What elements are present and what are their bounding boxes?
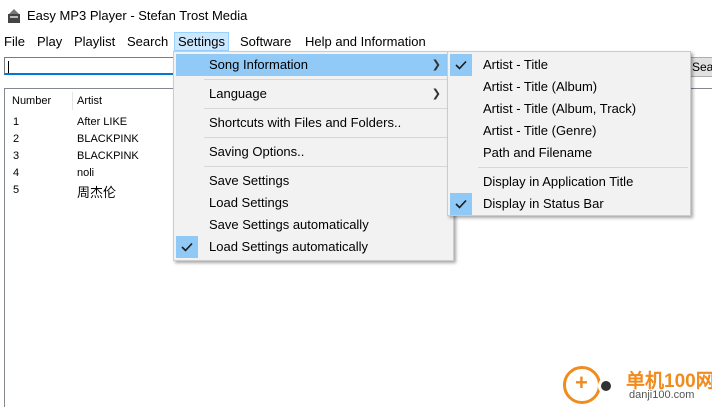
menu-file[interactable]: File (1, 32, 28, 51)
menu-item-label: Load Settings automatically (209, 239, 368, 254)
row-artist[interactable]: After LIKE (77, 116, 127, 128)
menu-software[interactable]: Software (237, 32, 294, 51)
checkmark-icon (450, 193, 472, 215)
menu-search[interactable]: Search (124, 32, 171, 51)
row-number[interactable]: 2 (13, 133, 19, 145)
menu-separator (204, 166, 451, 167)
chevron-right-icon: ❯ (431, 88, 441, 100)
row-number[interactable]: 5 (13, 184, 19, 196)
menu-item-label: Artist - Title (Album, Track) (483, 101, 637, 116)
settings-menu: Song Information ❯ Language ❯ Shortcuts … (173, 51, 454, 261)
row-artist[interactable]: 周杰伦 (77, 182, 116, 201)
search-input[interactable] (4, 57, 174, 75)
menu-item-label: Save Settings automatically (209, 217, 369, 232)
menu-help[interactable]: Help and Information (302, 32, 429, 51)
menu-item-load-settings-automatically[interactable]: Load Settings automatically (176, 236, 451, 258)
menu-separator (204, 79, 451, 80)
row-artist[interactable]: noli (77, 167, 94, 179)
row-number[interactable]: 4 (13, 167, 19, 179)
submenu-item-artist-title-album-track[interactable]: Artist - Title (Album, Track) (450, 98, 688, 120)
song-information-submenu: Artist - Title Artist - Title (Album) Ar… (447, 51, 691, 216)
submenu-item-artist-title[interactable]: Artist - Title (450, 54, 688, 76)
watermark-dot-icon (598, 378, 614, 394)
submenu-item-display-in-application-title[interactable]: Display in Application Title (450, 171, 688, 193)
app-icon (7, 8, 21, 24)
menu-item-label: Artist - Title (483, 57, 549, 72)
chevron-right-icon: ❯ (431, 59, 441, 71)
menu-separator (478, 167, 688, 168)
row-number[interactable]: 3 (13, 150, 19, 162)
column-header-number[interactable]: Number (12, 95, 51, 107)
row-number[interactable]: 1 (13, 116, 19, 128)
submenu-item-path-and-filename[interactable]: Path and Filename (450, 142, 688, 164)
watermark-url: danji100.com (629, 389, 695, 401)
menu-item-label: Saving Options.. (209, 144, 305, 159)
menu-item-label: Load Settings (209, 195, 289, 210)
checkmark-icon (176, 236, 198, 258)
menu-item-label: Save Settings (209, 173, 290, 188)
menu-item-save-settings-automatically[interactable]: Save Settings automatically (176, 214, 451, 236)
menu-separator (204, 108, 451, 109)
column-header-artist[interactable]: Artist (77, 95, 102, 107)
menu-separator (204, 137, 451, 138)
menu-item-label: Shortcuts with Files and Folders.. (209, 115, 402, 130)
menu-play[interactable]: Play (34, 32, 65, 51)
menu-item-save-settings[interactable]: Save Settings (176, 170, 451, 192)
submenu-item-artist-title-album[interactable]: Artist - Title (Album) (450, 76, 688, 98)
window-title: Easy MP3 Player - Stefan Trost Media (27, 8, 248, 23)
menu-item-label: Display in Application Title (483, 174, 634, 189)
menu-item-label: Artist - Title (Album) (483, 79, 598, 94)
checkmark-icon (450, 54, 472, 76)
column-divider[interactable] (72, 92, 73, 110)
menu-settings[interactable]: Settings (174, 32, 229, 51)
text-caret (8, 61, 9, 73)
menu-item-label: Path and Filename (483, 145, 593, 160)
menu-item-song-information[interactable]: Song Information ❯ (176, 54, 451, 76)
row-artist[interactable]: BLACKPINK (77, 133, 139, 145)
menu-item-label: Language (209, 86, 267, 101)
submenu-item-artist-title-genre[interactable]: Artist - Title (Genre) (450, 120, 688, 142)
menu-item-label: Display in Status Bar (483, 196, 604, 211)
plus-icon: + (575, 370, 588, 395)
submenu-item-display-in-status-bar[interactable]: Display in Status Bar (450, 193, 688, 215)
menu-item-saving-options[interactable]: Saving Options.. (176, 141, 451, 163)
menu-item-load-settings[interactable]: Load Settings (176, 192, 451, 214)
menu-playlist[interactable]: Playlist (71, 32, 118, 51)
row-artist[interactable]: BLACKPINK (77, 150, 139, 162)
menu-item-language[interactable]: Language ❯ (176, 83, 451, 105)
menu-item-label: Song Information (209, 57, 309, 72)
search-button[interactable]: Search (688, 57, 712, 77)
menu-item-shortcuts[interactable]: Shortcuts with Files and Folders.. (176, 112, 451, 134)
menu-item-label: Artist - Title (Genre) (483, 123, 597, 138)
